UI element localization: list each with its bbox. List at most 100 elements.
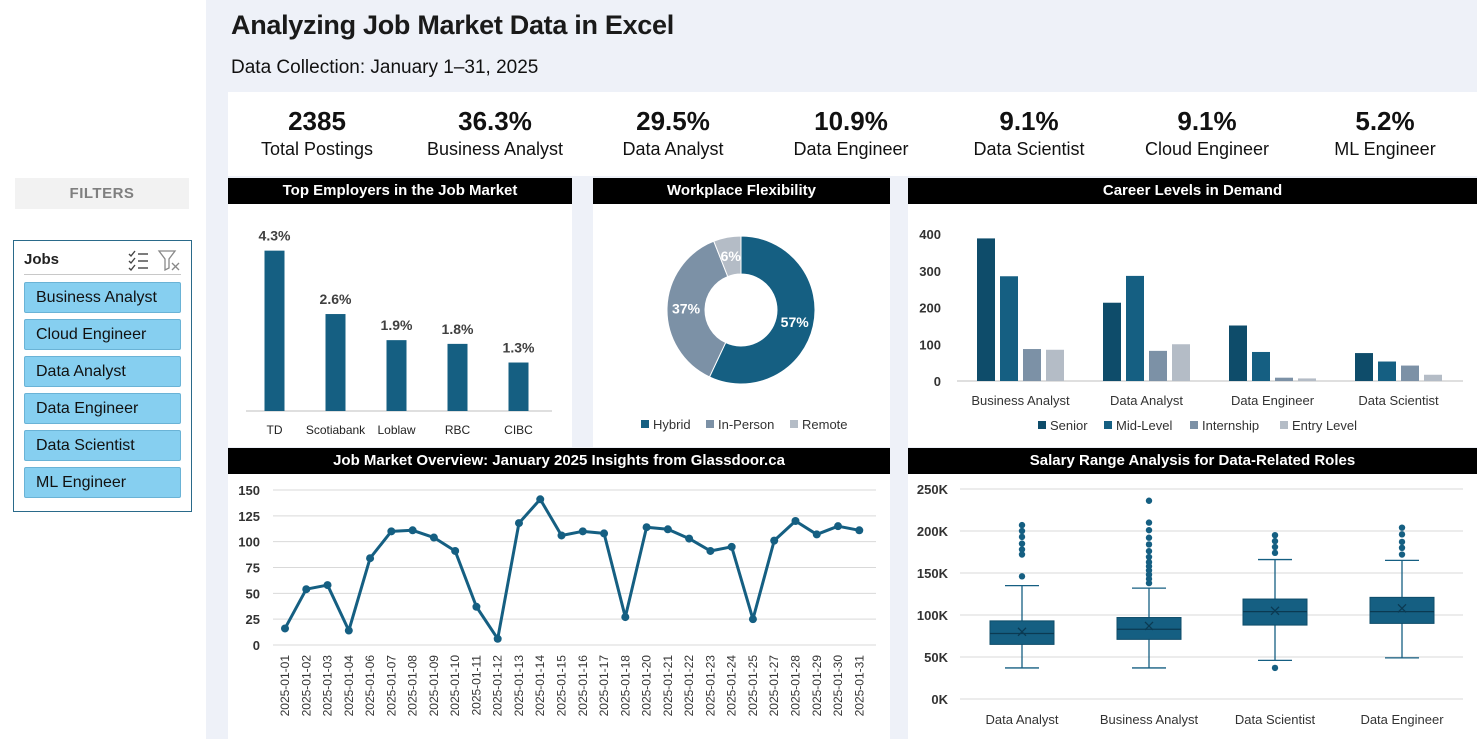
x-tick-label: 2025-01-21 — [661, 655, 675, 717]
flexibility-panel: Workplace Flexibility 57% 37% 6% Hybrid In-P… — [593, 178, 890, 447]
outlier-point — [1398, 544, 1406, 551]
x-tick-label: Data Analyst — [1110, 393, 1183, 408]
x-tick-label: 2025-01-27 — [767, 655, 781, 717]
x-tick-label: 2025-01-29 — [810, 655, 824, 717]
kpi-data-analyst: 29.5% Data Analyst — [584, 92, 762, 176]
x-tick-label: 2025-01-07 — [384, 655, 398, 717]
y-tick-label: 0 — [934, 374, 941, 389]
data-point — [387, 527, 396, 536]
data-point — [472, 602, 481, 611]
kpi-label: Total Postings — [260, 139, 374, 159]
kpi-total-postings: 2385 Total Postings — [228, 92, 406, 176]
overview-chart-title: Job Market Overview: January 2025 Insigh… — [228, 448, 890, 474]
data-label: 57% — [781, 314, 810, 330]
kpi-label: ML Engineer — [1334, 139, 1436, 159]
data-point — [727, 542, 736, 551]
slicer-item-data-scientist[interactable]: Data Scientist — [24, 430, 181, 461]
x-tick-label: Data Analyst — [986, 712, 1059, 727]
kpi-data-scientist: 9.1% Data Scientist — [940, 92, 1118, 176]
bar — [1424, 374, 1442, 381]
x-tick-label: 2025-01-18 — [618, 655, 632, 717]
x-tick-label: 2025-01-09 — [427, 655, 441, 717]
data-label: 1.3% — [503, 340, 535, 356]
outlier-point — [1271, 537, 1279, 545]
legend-label: Hybrid — [653, 417, 691, 432]
y-tick-label: 125 — [238, 509, 260, 524]
employers-chart-title: Top Employers in the Job Market — [228, 178, 572, 204]
x-tick-label: 2025-01-24 — [725, 655, 739, 717]
outlier-point — [1145, 526, 1153, 534]
slicer-item-cloud-engineer[interactable]: Cloud Engineer — [24, 319, 181, 350]
kpi-data-engineer: 10.9% Data Engineer — [762, 92, 940, 176]
data-point — [855, 526, 864, 535]
kpi-value: 2385 — [288, 106, 346, 136]
slicer-item-ml-engineer[interactable]: ML Engineer — [24, 467, 181, 498]
flexibility-chart-title: Workplace Flexibility — [593, 178, 890, 204]
y-tick-label: 0K — [931, 692, 948, 707]
x-tick-label: 2025-01-06 — [363, 655, 377, 717]
x-tick-label: 2025-01-20 — [640, 655, 654, 717]
page-title: Analyzing Job Market Data in Excel — [231, 10, 674, 40]
kpi-ml-engineer: 5.2% ML Engineer — [1296, 92, 1474, 176]
x-tick-label: 2025-01-01 — [278, 655, 292, 717]
career-panel: Career Levels in Demand 0 100 200 300 400 Bus… — [908, 178, 1477, 447]
data-point — [408, 526, 417, 535]
data-point — [621, 613, 630, 622]
bar — [1401, 365, 1419, 381]
outlier-point — [1271, 532, 1279, 539]
data-label: 1.8% — [442, 321, 474, 337]
outlier-point — [1018, 521, 1026, 529]
outlier-point — [1018, 533, 1026, 541]
data-point — [557, 531, 566, 540]
bar — [1378, 361, 1396, 381]
y-tick-label: 150 — [238, 483, 260, 498]
filters-label: FILTERS — [15, 178, 189, 209]
outlier-point — [1398, 551, 1406, 558]
bar — [1172, 344, 1190, 381]
outlier-point — [1145, 547, 1153, 555]
overview-chart: 0 25 50 75 100 125 150 2025-01-01 2025-01-02 2025… — [238, 483, 876, 717]
x-tick-label: Data Scientist — [1358, 393, 1439, 408]
x-tick-label: Scotiabank — [306, 423, 366, 437]
outlier-point — [1145, 519, 1153, 526]
outlier-point — [1271, 664, 1279, 672]
overview-panel: Job Market Overview: January 2025 Insigh… — [228, 448, 890, 739]
data-point — [536, 495, 545, 504]
outlier-point — [1018, 573, 1026, 580]
x-tick-label: Data Scientist — [1235, 712, 1316, 727]
x-tick-label: 2025-01-25 — [746, 655, 760, 717]
slicer-item-data-engineer[interactable]: Data Engineer — [24, 393, 181, 424]
y-tick-label: 200K — [917, 524, 949, 539]
x-tick-label: Data Engineer — [1360, 712, 1444, 727]
slicer-item-business-analyst[interactable]: Business Analyst — [24, 282, 181, 313]
legend-swatch — [790, 420, 798, 428]
employers-panel: Top Employers in the Job Market 4.3% TD 2.… — [228, 178, 572, 447]
x-tick-label: 2025-01-23 — [703, 655, 717, 717]
y-tick-label: 50 — [246, 586, 260, 601]
bar — [1149, 350, 1167, 381]
career-chart: 0 100 200 300 400 Business Analyst Data Analys… — [919, 227, 1463, 433]
outlier-point — [1018, 540, 1026, 547]
legend-swatch — [1038, 421, 1046, 429]
slicer-item-data-analyst[interactable]: Data Analyst — [24, 356, 181, 387]
kpi-label: Cloud Engineer — [1144, 139, 1270, 159]
outlier-point — [1145, 534, 1153, 541]
multi-select-icon[interactable] — [127, 249, 149, 271]
legend-swatch — [1104, 421, 1112, 429]
x-tick-label: 2025-01-10 — [448, 655, 462, 717]
data-point — [281, 624, 289, 633]
clear-filter-icon[interactable] — [157, 249, 181, 271]
data-point — [451, 546, 460, 555]
y-tick-label: 150K — [917, 566, 949, 581]
x-tick-label: CIBC — [504, 423, 533, 437]
x-tick-label: 2025-01-28 — [788, 655, 802, 717]
y-tick-label: 300 — [919, 264, 941, 279]
bar — [977, 238, 995, 381]
x-tick-label: Business Analyst — [1100, 712, 1199, 727]
y-tick-label: 50K — [924, 650, 948, 665]
bar — [1046, 349, 1064, 381]
kpi-cloud-engineer: 9.1% Cloud Engineer — [1118, 92, 1296, 176]
y-tick-label: 0 — [253, 638, 260, 653]
outlier-point — [1271, 543, 1279, 551]
career-chart-title: Career Levels in Demand — [908, 178, 1477, 204]
